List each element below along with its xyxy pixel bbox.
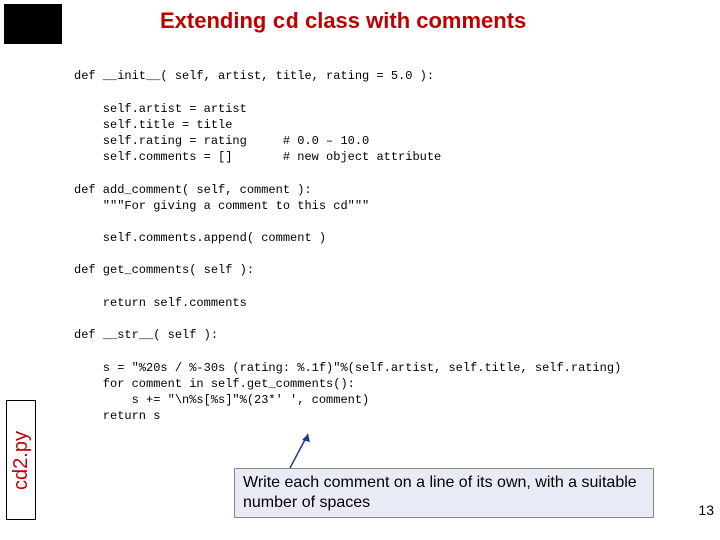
arrow-icon bbox=[284, 430, 314, 468]
code-line: """For giving a comment to this cd""" bbox=[74, 199, 369, 213]
title-pre: Extending bbox=[160, 8, 272, 33]
code-line: def __init__( self, artist, title, ratin… bbox=[74, 69, 434, 83]
code-block: def __init__( self, artist, title, ratin… bbox=[74, 52, 621, 424]
code-line: s = "%20s / %-30s (rating: %.1f)"%(self.… bbox=[74, 361, 621, 375]
annotation-text: Write each comment on a line of its own,… bbox=[243, 474, 637, 511]
code-line: s += "\n%s[%s]"%(23*' ', comment) bbox=[74, 393, 369, 407]
code-line: return s bbox=[74, 409, 160, 423]
code-line: self.rating = rating # 0.0 – 10.0 bbox=[74, 134, 369, 148]
code-line: def add_comment( self, comment ): bbox=[74, 183, 312, 197]
code-line: self.artist = artist bbox=[74, 102, 247, 116]
code-line: def __str__( self ): bbox=[74, 328, 218, 342]
code-line: for comment in self.get_comments(): bbox=[74, 377, 355, 391]
file-label: cd2.py bbox=[6, 400, 36, 520]
title-post: class with comments bbox=[299, 8, 526, 33]
slide-title: Extending cd class with comments bbox=[160, 8, 526, 35]
code-line: self.comments.append( comment ) bbox=[74, 231, 326, 245]
code-line: self.comments = [] # new object attribut… bbox=[74, 150, 441, 164]
title-code: cd bbox=[272, 10, 298, 35]
page-number: 13 bbox=[698, 502, 714, 518]
code-line: self.title = title bbox=[74, 118, 232, 132]
file-label-text: cd2.py bbox=[10, 431, 33, 490]
code-line: def get_comments( self ): bbox=[74, 263, 254, 277]
annotation-note: Write each comment on a line of its own,… bbox=[234, 468, 654, 518]
decorative-black-box bbox=[4, 4, 62, 44]
code-line: return self.comments bbox=[74, 296, 247, 310]
